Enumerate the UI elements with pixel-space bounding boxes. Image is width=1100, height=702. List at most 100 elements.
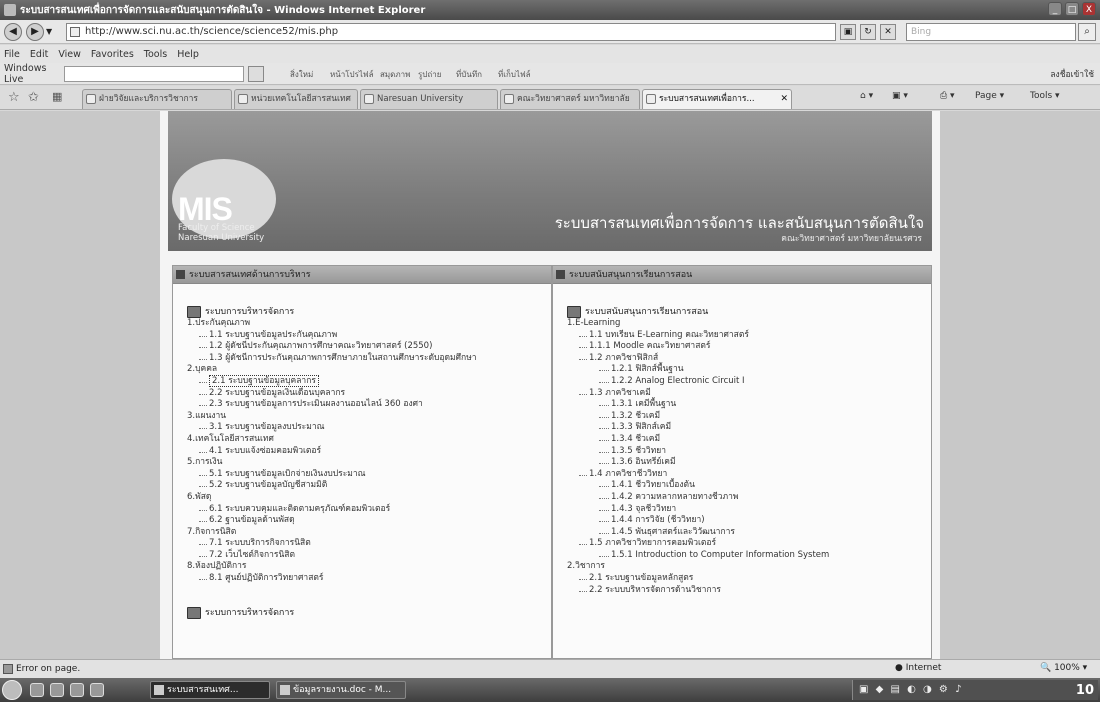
menu-link[interactable]: 2.1 ระบบฐานข้อมูลหลักสูตร xyxy=(567,573,925,585)
menu-link[interactable]: 2.1 ระบบฐานข้อมูลบุคลากร xyxy=(187,374,545,388)
tab-naresuan[interactable]: Naresuan University xyxy=(360,89,498,109)
tab-research[interactable]: ฝ่ายวิจัยและบริการวิชาการ xyxy=(82,89,232,109)
taskbar-browser-button[interactable]: ระบบสารสนเทศ... xyxy=(150,681,270,699)
menu-link[interactable]: 1.3.1 เคมีพื้นฐาน xyxy=(567,399,925,411)
feeds-icon[interactable]: ▣ ▾ xyxy=(892,91,908,101)
menu-link[interactable]: 1.3.4 ชีวเคมี xyxy=(567,434,925,446)
url-input[interactable]: http://www.sci.nu.ac.th/science/science5… xyxy=(66,23,836,41)
faculty-line-2: Naresuan University xyxy=(178,233,265,243)
menu-link[interactable]: 2.2 ระบบบริหารจัดการด้านวิชาการ xyxy=(567,585,925,597)
menu-link[interactable]: 1.3.6 อินทรีย์เคมี xyxy=(567,457,925,469)
menu-link[interactable]: 2.3 ระบบฐานข้อมูลการประเมินผลงานออนไลน์ … xyxy=(187,399,545,411)
menu-favorites[interactable]: Favorites xyxy=(91,49,134,60)
add-favorites-icon[interactable]: ✩ xyxy=(28,90,39,105)
menu-tools[interactable]: Tools xyxy=(144,49,167,60)
menu-link[interactable]: 6.1 ระบบควบคุมและติดตามครุภัณฑ์คอมพิวเตอ… xyxy=(187,504,545,516)
minimize-button[interactable]: _ xyxy=(1048,2,1062,16)
menu-link[interactable]: 1.1 บทเรียน E-Learning คณะวิทยาศาสตร์ xyxy=(567,330,925,342)
ie-quicklaunch-icon[interactable] xyxy=(50,683,64,697)
menu-link[interactable]: 1.1.1 Moodle คณะวิทยาศาสตร์ xyxy=(567,341,925,353)
maximize-button[interactable]: □ xyxy=(1065,2,1079,16)
menu-link[interactable]: 8.1 ศูนย์ปฏิบัติการวิทยาศาสตร์ xyxy=(187,573,545,585)
close-button[interactable]: X xyxy=(1082,2,1096,16)
menu-link[interactable]: 1.3.2 ชีวเคมี xyxy=(567,411,925,423)
menu-link[interactable]: 2.2 ระบบฐานข้อมูลเงินเดือนบุคลากร xyxy=(187,388,545,400)
live-link-files[interactable]: ที่เก็บไฟล์ xyxy=(498,68,531,81)
menu-view[interactable]: View xyxy=(58,49,81,60)
menu-link[interactable]: 1.4.2 ความหลากหลายทางชีวภาพ xyxy=(567,492,925,504)
print-icon[interactable]: ⎙ ▾ xyxy=(940,91,955,101)
page-icon xyxy=(70,27,80,37)
menu-item-label: 1.3.6 อินทรีย์เคมี xyxy=(611,457,676,468)
status-text[interactable]: Error on page. xyxy=(16,664,80,674)
menu-link[interactable]: 1.1 ระบบฐานข้อมูลประกันคุณภาพ xyxy=(187,330,545,342)
menu-edit[interactable]: Edit xyxy=(30,49,48,60)
menu-link[interactable]: 5.1 ระบบฐานข้อมูลเบิกจ่ายเงินงบประมาณ xyxy=(187,469,545,481)
menu-link[interactable]: 5.2 ระบบฐานข้อมูลบัญชีสามมิติ xyxy=(187,480,545,492)
tab-close-icon[interactable]: ✕ xyxy=(780,90,788,108)
folder-icon xyxy=(567,306,581,318)
learning-section-head: ระบบสนับสนุนการเรียนการสอน xyxy=(567,298,925,318)
tools-menu-button[interactable]: Tools ▾ xyxy=(1030,91,1060,101)
menu-help[interactable]: Help xyxy=(177,49,199,60)
live-link-album[interactable]: สมุดภาพ xyxy=(380,68,410,81)
menu-link[interactable]: 1.4.1 ชีววิทยาเบื้องต้น xyxy=(567,480,925,492)
search-icon[interactable]: ⌕ xyxy=(1078,23,1096,41)
home-icon[interactable]: ⌂ ▾ xyxy=(860,91,873,101)
menu-link[interactable]: 1.3 ผู้ดัชนีการประกันคุณภาพการศึกษาภายใน… xyxy=(187,353,545,365)
menu-link[interactable]: 1.5.1 Introduction to Computer Informati… xyxy=(567,550,925,562)
menu-link[interactable]: 1.3.3 ฟิสิกส์เคมี xyxy=(567,422,925,434)
tab-mis[interactable]: ระบบสารสนเทศเพื่อการ... ✕ xyxy=(642,89,792,109)
show-desktop-icon[interactable] xyxy=(30,683,44,697)
compatibility-view-icon[interactable]: ▣ xyxy=(840,24,856,40)
start-button[interactable] xyxy=(2,680,22,700)
more-quicklaunch-icon[interactable] xyxy=(90,683,104,697)
menu-link[interactable]: 1.2 ภาควิชาฟิสิกส์ xyxy=(567,353,925,365)
tab-faculty-science[interactable]: คณะวิทยาศาสตร์ มหาวิทยาลัย xyxy=(500,89,640,109)
favorites-star-icon[interactable]: ☆ xyxy=(8,90,20,105)
live-link-whats-new[interactable]: สิ่งใหม่ xyxy=(290,68,313,81)
taskbar-word-button[interactable]: ข้อมูลรายงาน.doc - M... xyxy=(276,681,406,699)
live-search-input[interactable] xyxy=(64,66,244,82)
refresh-icon[interactable]: ↻ xyxy=(860,24,876,40)
live-link-profile[interactable]: หน้าโปรไฟล์ xyxy=(330,68,374,81)
menu-link[interactable]: 7.1 ระบบบริการกิจการนิสิต xyxy=(187,538,545,550)
menu-link[interactable]: 1.5 ภาควิชาวิทยาการคอมพิวเตอร์ xyxy=(567,538,925,550)
menu-link[interactable]: 6.2 ฐานข้อมูลด้านพัสดุ xyxy=(187,515,545,527)
menu-category: 5.การเงิน xyxy=(187,457,545,469)
menu-link[interactable]: 1.4.4 การวิจัย (ชีววิทยา) xyxy=(567,515,925,527)
search-input[interactable]: Bing xyxy=(906,23,1076,41)
live-sign-in-link[interactable]: ลงชื่อเข้าใช้ xyxy=(1050,67,1094,81)
menu-file[interactable]: File xyxy=(4,49,20,60)
menu-item-label: 6.พัสดุ xyxy=(187,491,212,502)
menu-category: 8.ห้องปฏิบัติการ xyxy=(187,561,545,573)
menu-link[interactable]: 1.4.5 พันธุศาสตร์และวิวัฒนาการ xyxy=(567,527,925,539)
tab-it-unit[interactable]: หน่วยเทคโนโลยีสารสนเทศ xyxy=(234,89,358,109)
menu-link[interactable]: 1.3.5 ชีววิทยา xyxy=(567,446,925,458)
back-button[interactable]: ◀ xyxy=(4,22,22,41)
zoom-label: 100% xyxy=(1054,663,1080,673)
menu-link[interactable]: 3.1 ระบบฐานข้อมูลงบประมาณ xyxy=(187,422,545,434)
live-link-photos[interactable]: รูปถ่าย xyxy=(418,68,441,81)
menu-link[interactable]: 7.2 เว็บไซต์กิจการนิสิต xyxy=(187,550,545,562)
history-dropdown-icon[interactable]: ▼ xyxy=(46,27,52,36)
menu-link[interactable]: 1.4 ภาควิชาชีววิทยา xyxy=(567,469,925,481)
menu-link[interactable]: 1.2 ผู้ดัชนีประกันคุณภาพการศึกษาคณะวิทยา… xyxy=(187,341,545,353)
media-quicklaunch-icon[interactable] xyxy=(70,683,84,697)
menu-link[interactable]: 4.1 ระบบแจ้งซ่อมคอมพิวเตอร์ xyxy=(187,446,545,458)
stop-icon[interactable]: ✕ xyxy=(880,24,896,40)
live-search-button[interactable] xyxy=(248,66,264,82)
admin-panel-title: ระบบสารสนเทศด้านการบริหาร xyxy=(189,270,311,280)
menu-link[interactable]: 1.3 ภาควิชาเคมี xyxy=(567,388,925,400)
live-link-notes[interactable]: ที่บันทึก xyxy=(456,68,482,81)
menu-link[interactable]: 1.2.2 Analog Electronic Circuit I xyxy=(567,376,925,388)
tray-icons[interactable]: ▣ ◆ ▤ ◐ ◑ ⚙ ♪ xyxy=(859,684,963,695)
warning-icon[interactable] xyxy=(3,664,13,674)
page-menu-button[interactable]: Page ▾ xyxy=(975,91,1004,101)
forward-button[interactable]: ▶ xyxy=(26,22,44,41)
menu-link[interactable]: 1.2.1 ฟิสิกส์พื้นฐาน xyxy=(567,364,925,376)
quick-tabs-icon[interactable]: ▦ xyxy=(52,90,62,103)
menu-link[interactable]: 1.4.3 จุลชีววิทยา xyxy=(567,504,925,516)
internet-zone: ● Internet xyxy=(895,663,942,673)
zoom-level[interactable]: 🔍 100% ▾ xyxy=(1040,663,1087,673)
